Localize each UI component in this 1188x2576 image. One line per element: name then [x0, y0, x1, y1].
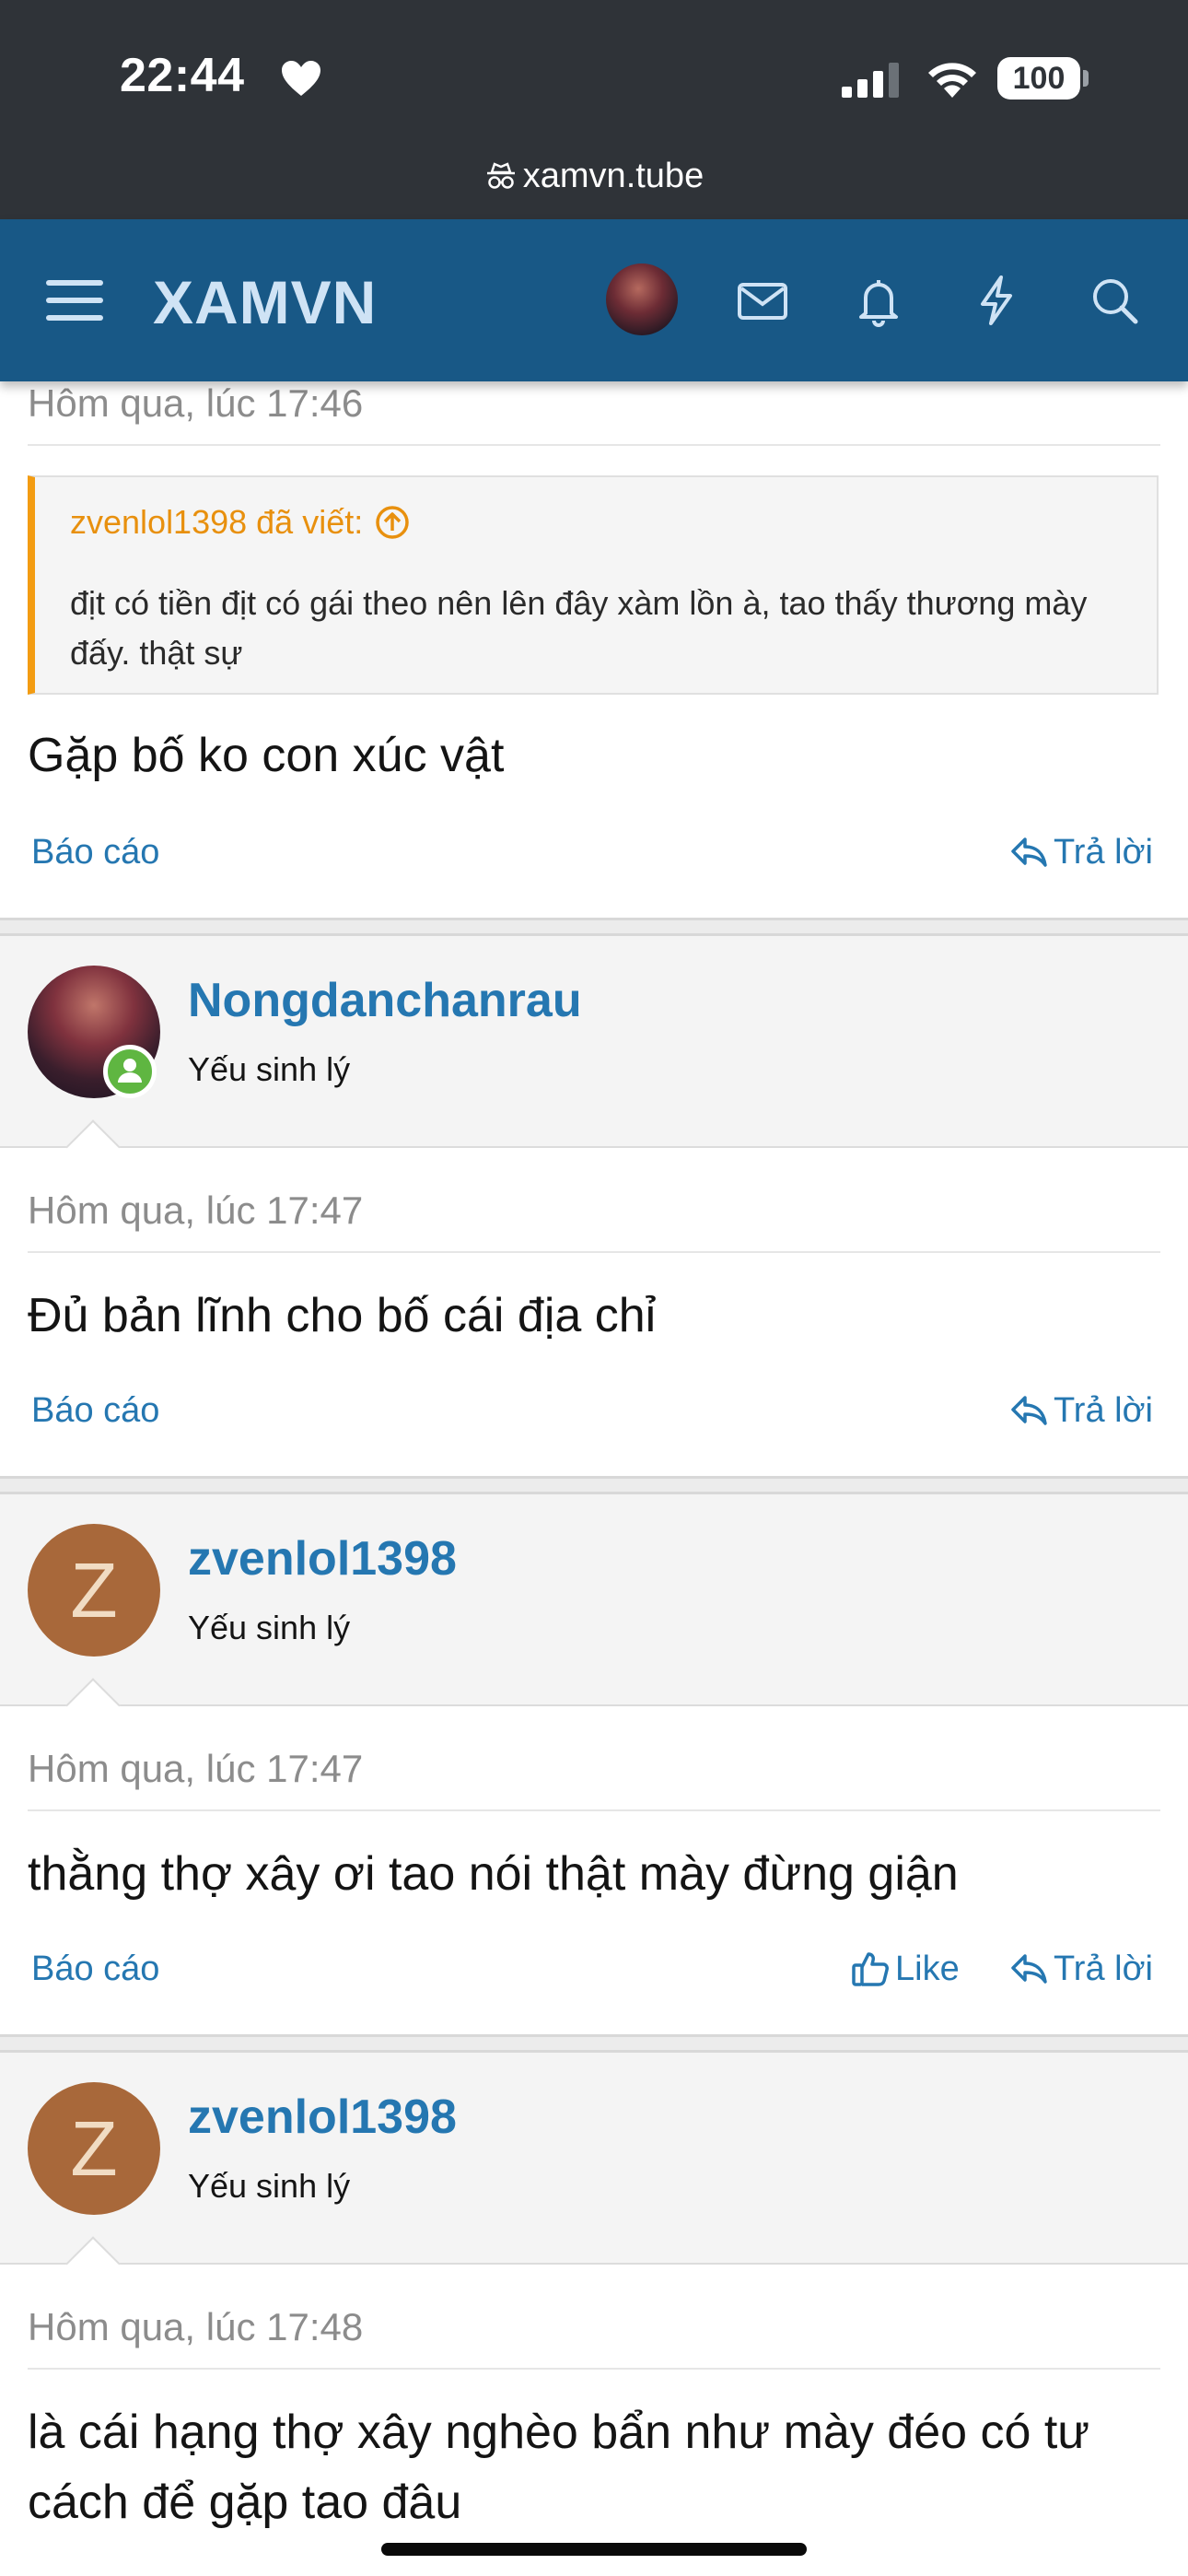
reply-label: Trả lời: [1054, 833, 1153, 872]
reply-button[interactable]: Trả lời: [1009, 1950, 1153, 1989]
user-header: Z zvenlol1398 Yếu sinh lý: [0, 1494, 1188, 1733]
online-status-icon: [103, 1045, 157, 1098]
search-icon[interactable]: [1087, 273, 1142, 328]
user-avatar[interactable]: Z: [28, 1524, 160, 1657]
clock: 22:44: [120, 49, 245, 102]
battery-cap: [1083, 70, 1089, 87]
status-bar: 22:44 100 xamvn.tube: [0, 0, 1188, 219]
username[interactable]: Nongdanchanrau: [188, 973, 582, 1028]
heart-icon: [282, 61, 320, 96]
reply-button[interactable]: Trả lời: [1009, 833, 1153, 872]
url-text: xamvn.tube: [522, 157, 705, 195]
battery-icon: 100: [997, 57, 1080, 100]
report-link[interactable]: Báo cáo: [31, 833, 159, 872]
post-body: Gặp bố ko con xúc vật: [28, 729, 505, 782]
post-body: thằng thợ xây ơi tao nói thật mày đừng g…: [28, 1847, 959, 1901]
post-separator: [0, 918, 1188, 936]
user-header: Z zvenlol1398 Yếu sinh lý: [0, 2053, 1188, 2291]
signal-icon: [842, 63, 899, 98]
reply-label: Trả lời: [1054, 1391, 1153, 1430]
like-button[interactable]: Like: [851, 1950, 960, 1989]
divider-line: [28, 2368, 1160, 2370]
account-avatar[interactable]: [606, 263, 678, 335]
quote-block: zvenlol1398 đã viết: địt có tiền địt có …: [28, 475, 1159, 695]
divider-line: [28, 444, 1160, 446]
thumbs-up-icon: [852, 1952, 889, 1986]
user-avatar[interactable]: Z: [28, 2082, 160, 2215]
user-header: Nongdanchanrau Yếu sinh lý: [0, 936, 1188, 1175]
user-title: Yếu sinh lý: [188, 1050, 351, 1088]
site-header: XAMVN: [0, 219, 1188, 381]
post-body-line: cách để gặp tao đâu: [28, 2476, 462, 2529]
quote-author[interactable]: zvenlol1398 đã viết:: [70, 503, 411, 542]
reply-icon: [1011, 837, 1047, 867]
pointer-arrow: [65, 2236, 121, 2291]
post-timestamp[interactable]: Hôm qua, lúc 17:48: [28, 2305, 363, 2349]
lightning-icon[interactable]: [969, 273, 1024, 328]
bell-icon[interactable]: [851, 273, 906, 328]
post-timestamp[interactable]: Hôm qua, lúc 17:47: [28, 1747, 363, 1791]
url-bar[interactable]: xamvn.tube: [0, 157, 1188, 196]
quote-author-label: zvenlol1398 đã viết:: [70, 503, 364, 541]
pointer-arrow: [65, 1678, 121, 1733]
reply-label: Trả lời: [1054, 1950, 1153, 1988]
username[interactable]: zvenlol1398: [188, 2090, 457, 2145]
mail-icon[interactable]: [735, 273, 790, 328]
pointer-arrow: [65, 1119, 121, 1175]
divider-line: [28, 1809, 1160, 1811]
post-separator: [0, 1476, 1188, 1494]
post-timestamp[interactable]: Hôm qua, lúc 17:47: [28, 1188, 363, 1233]
username[interactable]: zvenlol1398: [188, 1531, 457, 1587]
post-body: Đủ bản lĩnh cho bố cái địa chỉ: [28, 1289, 657, 1342]
post-body: là cái hạng thợ xây nghèo bẩn như mày đé…: [28, 2397, 1089, 2537]
report-link[interactable]: Báo cáo: [31, 1950, 159, 1989]
post-timestamp[interactable]: Hôm qua, lúc 17:46: [28, 381, 363, 426]
post-separator: [0, 2034, 1188, 2053]
user-title: Yếu sinh lý: [188, 1609, 351, 1646]
home-indicator[interactable]: [381, 2543, 807, 2556]
site-logo[interactable]: XAMVN: [153, 267, 377, 337]
menu-icon[interactable]: [44, 273, 105, 328]
quote-text: địt có tiền địt có gái theo nên lên đây …: [70, 584, 1088, 672]
report-link[interactable]: Báo cáo: [31, 1391, 159, 1431]
arrow-up-circle-icon[interactable]: [374, 504, 411, 541]
post-body-line: là cái hạng thợ xây nghèo bẩn như mày đé…: [28, 2406, 1090, 2459]
divider-line: [28, 1251, 1160, 1253]
reply-icon: [1011, 1954, 1047, 1984]
like-label: Like: [895, 1950, 960, 1988]
private-browsing-icon: [486, 162, 515, 189]
user-title: Yếu sinh lý: [188, 2167, 351, 2205]
wifi-icon: [928, 63, 976, 98]
reply-icon: [1011, 1396, 1047, 1425]
reply-button[interactable]: Trả lời: [1009, 1391, 1153, 1431]
